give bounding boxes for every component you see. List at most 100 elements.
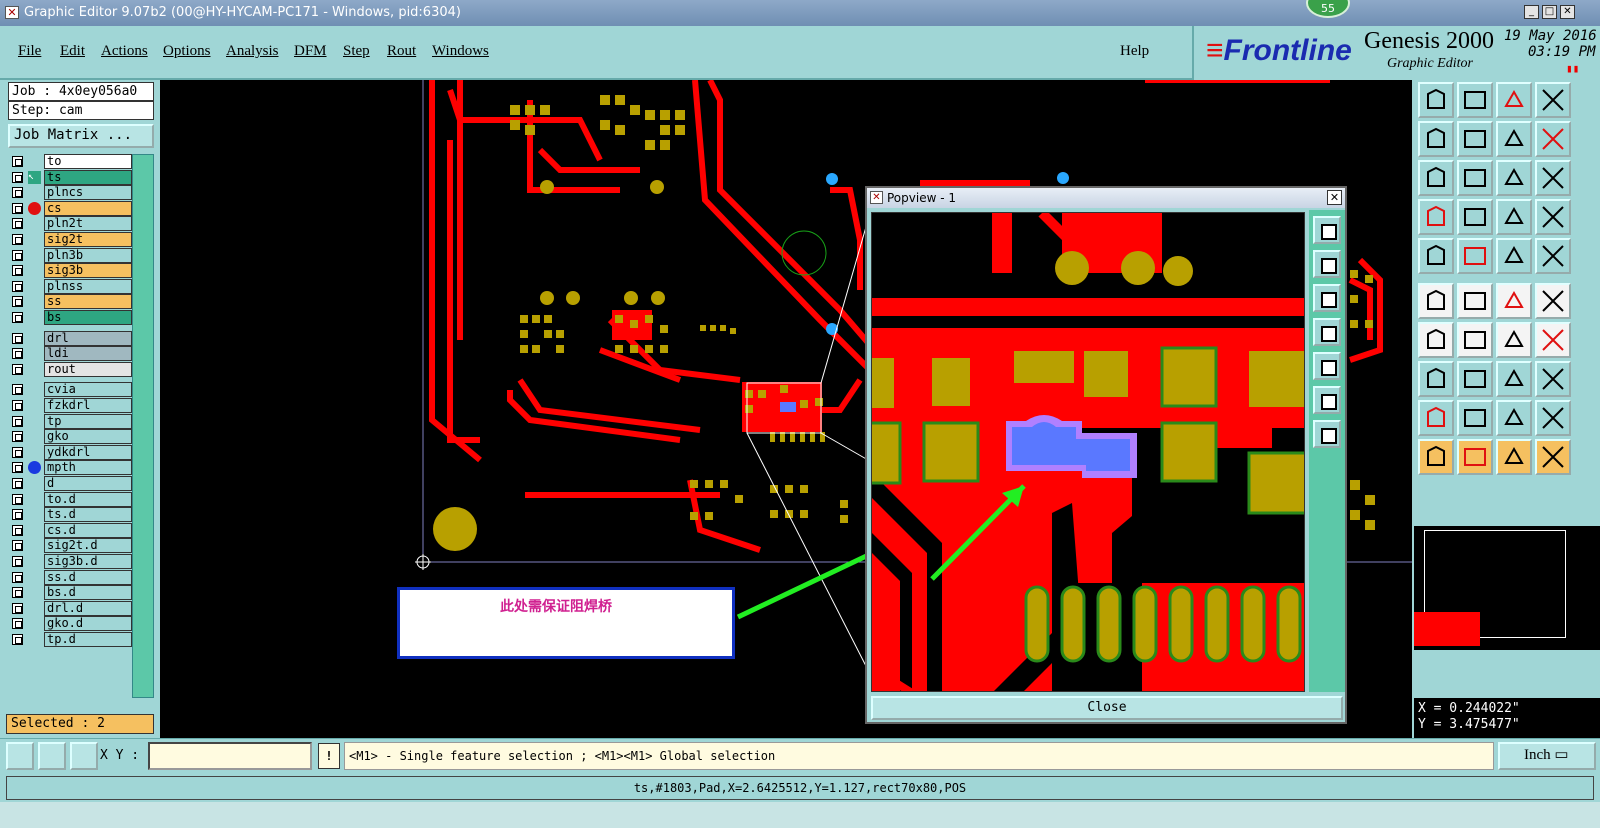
graphic-canvas[interactable]: 此处需保证阻焊桥 ✕ Popview - 1 ✕ Close bbox=[160, 80, 1412, 738]
drill-icon[interactable] bbox=[1418, 238, 1454, 274]
menu-help[interactable]: Help bbox=[1120, 43, 1149, 60]
sliders-icon[interactable] bbox=[1418, 199, 1454, 235]
layer-row-ss[interactable]: ss bbox=[8, 294, 132, 310]
layer-checkbox[interactable] bbox=[12, 280, 23, 292]
layer-checkbox[interactable] bbox=[12, 431, 23, 443]
layer-checkbox[interactable] bbox=[12, 332, 23, 344]
line-icon[interactable] bbox=[1457, 322, 1493, 358]
overview-map[interactable] bbox=[1414, 526, 1600, 650]
select-box-icon[interactable] bbox=[1457, 439, 1493, 475]
swap-icon[interactable] bbox=[1496, 121, 1532, 157]
layer-row-pln2t[interactable]: pln2t bbox=[8, 216, 132, 232]
layer-row-ldi[interactable]: ldi bbox=[8, 346, 132, 362]
measure-icon[interactable] bbox=[38, 742, 66, 770]
layer-checkbox[interactable] bbox=[12, 234, 23, 245]
node-icon[interactable] bbox=[1418, 361, 1454, 397]
layer-row-drl-d[interactable]: drl.d bbox=[8, 600, 132, 616]
layers-icon[interactable] bbox=[1535, 160, 1571, 196]
point-icon[interactable] bbox=[1535, 238, 1571, 274]
menu-dfm[interactable]: DFM bbox=[294, 43, 327, 60]
maximize-button[interactable]: □ bbox=[1542, 5, 1557, 19]
flip-icon[interactable] bbox=[1535, 400, 1571, 436]
arc-icon[interactable] bbox=[1457, 400, 1493, 436]
layer-row-bs-d[interactable]: bs.d bbox=[8, 585, 132, 601]
grid-icon[interactable] bbox=[70, 742, 98, 770]
layer-checkbox[interactable] bbox=[12, 400, 23, 411]
polygon-icon[interactable] bbox=[1496, 400, 1532, 436]
popview-viewport[interactable] bbox=[871, 212, 1305, 692]
snap-icon[interactable] bbox=[1496, 361, 1532, 397]
layer-checkbox[interactable] bbox=[12, 556, 23, 567]
menu-rout[interactable]: Rout bbox=[387, 43, 416, 60]
layer-row-tp[interactable]: tp bbox=[8, 413, 132, 429]
layer-checkbox[interactable] bbox=[12, 524, 23, 536]
layer-row-ydkdrl[interactable]: ydkdrl bbox=[8, 444, 132, 460]
scale-icon[interactable] bbox=[1496, 160, 1532, 196]
menu-step[interactable]: Step bbox=[343, 43, 370, 60]
menu-options[interactable]: Options bbox=[163, 43, 211, 60]
pause-icon[interactable]: ▮▮ bbox=[1566, 62, 1579, 75]
layer-scrollbar[interactable] bbox=[132, 154, 154, 698]
app-icon[interactable]: ✕ bbox=[5, 6, 19, 19]
group-icon[interactable] bbox=[1535, 361, 1571, 397]
layer-row-cvia[interactable]: cvia bbox=[8, 382, 132, 398]
split-icon[interactable] bbox=[1535, 283, 1571, 319]
menu-windows[interactable]: Windows bbox=[432, 43, 489, 60]
layer-checkbox[interactable] bbox=[12, 296, 23, 308]
layer-row-ss-d[interactable]: ss.d bbox=[8, 569, 132, 585]
network-icon[interactable] bbox=[1535, 199, 1571, 235]
layer-row-gko[interactable]: gko bbox=[8, 429, 132, 445]
exclamation-button[interactable]: ! bbox=[318, 743, 340, 769]
ruler-icon[interactable] bbox=[1496, 238, 1532, 274]
layer-row-ts[interactable]: ↖ ts bbox=[8, 169, 132, 185]
layer-row-sig3b[interactable]: sig3b bbox=[8, 263, 132, 279]
layer-checkbox[interactable] bbox=[12, 446, 23, 458]
signal-icon[interactable] bbox=[1496, 199, 1532, 235]
window-icon[interactable] bbox=[1535, 82, 1571, 118]
popview-tool-3[interactable] bbox=[1313, 284, 1341, 312]
layer-checkbox[interactable] bbox=[12, 509, 23, 521]
close-window-button[interactable]: ✕ bbox=[1560, 5, 1575, 19]
job-matrix-button[interactable]: Job Matrix ... bbox=[8, 124, 154, 148]
layer-checkbox[interactable] bbox=[12, 478, 23, 489]
probe-icon[interactable] bbox=[1457, 199, 1493, 235]
zoom-fit-icon[interactable] bbox=[6, 742, 34, 770]
popview-tool-2[interactable] bbox=[1313, 250, 1341, 278]
popview-tool-4[interactable] bbox=[1313, 318, 1341, 346]
rotate-icon[interactable] bbox=[1496, 322, 1532, 358]
layer-checkbox[interactable] bbox=[12, 571, 23, 583]
menu-actions[interactable]: Actions bbox=[101, 43, 148, 60]
layer-checkbox[interactable] bbox=[12, 618, 23, 630]
layer-row-rout[interactable]: rout bbox=[8, 361, 132, 377]
layer-row-cs[interactable]: cs bbox=[8, 200, 132, 216]
popview-tool-1[interactable] bbox=[1313, 216, 1341, 244]
save-icon[interactable] bbox=[1457, 82, 1493, 118]
layer-row-sig2t[interactable]: sig2t bbox=[8, 232, 132, 247]
layer-row-to[interactable]: to bbox=[8, 154, 132, 169]
cut-icon[interactable] bbox=[1418, 121, 1454, 157]
layer-row-pln3b[interactable]: pln3b bbox=[8, 247, 132, 263]
resize-icon[interactable] bbox=[1457, 160, 1493, 196]
angle-icon[interactable] bbox=[1418, 322, 1454, 358]
layer-row-sig2t-d[interactable]: sig2t.d bbox=[8, 538, 132, 554]
connect-icon[interactable] bbox=[1418, 283, 1454, 319]
popview-tool-6[interactable] bbox=[1313, 386, 1341, 414]
popview-tool-7[interactable] bbox=[1313, 420, 1341, 448]
select-poly-icon[interactable] bbox=[1496, 439, 1532, 475]
layer-checkbox[interactable] bbox=[12, 187, 23, 199]
select-icon[interactable] bbox=[1418, 439, 1454, 475]
layer-checkbox[interactable] bbox=[12, 363, 23, 375]
unit-selector[interactable]: Inch ▭ bbox=[1498, 742, 1596, 770]
layer-checkbox[interactable] bbox=[12, 171, 23, 183]
layer-row-fzkdrl[interactable]: fzkdrl bbox=[8, 398, 132, 413]
layer-row-plnss[interactable]: plnss bbox=[8, 278, 132, 294]
layer-row-d[interactable]: d bbox=[8, 476, 132, 491]
layer-checkbox[interactable] bbox=[12, 493, 23, 505]
layer-checkbox[interactable] bbox=[12, 462, 23, 474]
layer-checkbox[interactable] bbox=[12, 540, 23, 552]
vector-icon[interactable] bbox=[1496, 283, 1532, 319]
layer-row-ts-d[interactable]: ts.d bbox=[8, 507, 132, 523]
layer-checkbox[interactable] bbox=[12, 218, 23, 230]
layer-checkbox[interactable] bbox=[12, 202, 23, 214]
layer-row-bs[interactable]: bs bbox=[8, 310, 132, 325]
